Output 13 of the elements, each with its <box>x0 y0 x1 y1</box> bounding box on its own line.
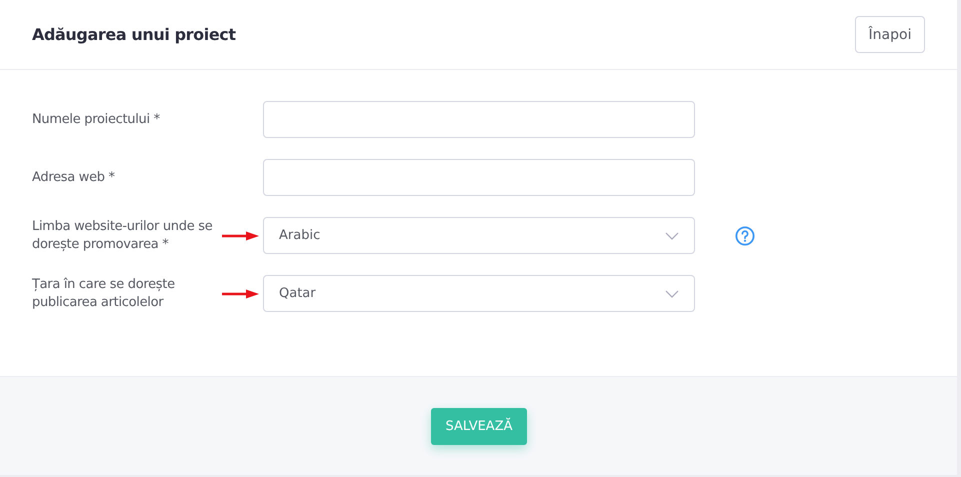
back-button[interactable]: Înapoi <box>855 16 925 53</box>
chevron-down-icon <box>665 232 679 240</box>
help-icon[interactable] <box>735 226 755 246</box>
field-label: Numele proiectului * <box>32 110 161 128</box>
select-dropdown[interactable]: Qatar <box>263 275 695 312</box>
select-dropdown[interactable]: Arabic <box>263 217 695 254</box>
field-label: Adresa web * <box>32 168 116 186</box>
field-label: Limba website-urilor unde se dorește promovarea * <box>32 218 214 254</box>
page-title: Adăugarea unui proiect <box>32 25 236 44</box>
chevron-down-icon <box>665 290 679 298</box>
input-field[interactable] <box>263 159 695 196</box>
field-label: Țara în care se dorește publicarea articolelor <box>32 276 176 312</box>
input-field[interactable] <box>263 101 695 138</box>
